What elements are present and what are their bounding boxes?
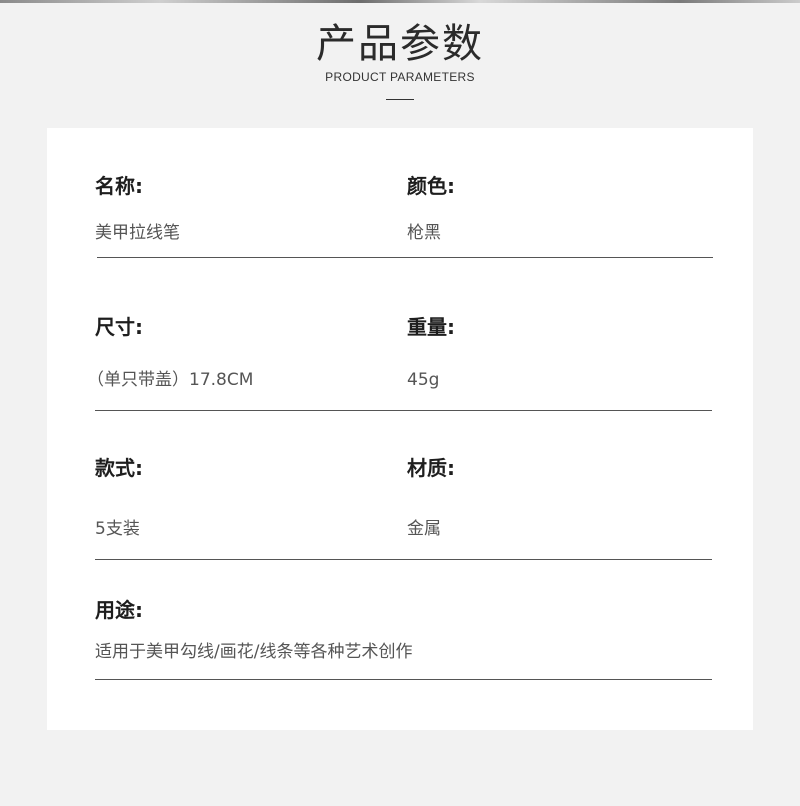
- size-value: （单只带盖）17.8CM: [87, 370, 254, 390]
- color-value: 枪黑: [407, 223, 441, 243]
- parameters-card: 名称: 美甲拉线笔 颜色: 枪黑 尺寸: （单只带盖）17.8CM 重量: 45…: [47, 128, 753, 730]
- top-product-image-strip: [0, 0, 800, 3]
- page-title: 产品参数: [316, 21, 484, 67]
- style-value: 5支装: [95, 519, 140, 539]
- usage-label: 用途:: [95, 598, 143, 622]
- material-value: 金属: [407, 519, 441, 539]
- weight-value: 45g: [407, 370, 440, 390]
- name-value: 美甲拉线笔: [95, 223, 180, 243]
- title-underline: [386, 99, 414, 100]
- row-divider: [95, 559, 712, 560]
- name-label: 名称:: [95, 174, 143, 198]
- style-label: 款式:: [95, 456, 143, 480]
- row-divider: [95, 679, 712, 680]
- usage-value: 适用于美甲勾线/画花/线条等各种艺术创作: [95, 642, 413, 662]
- material-label: 材质:: [407, 456, 455, 480]
- size-label: 尺寸:: [95, 315, 143, 339]
- weight-label: 重量:: [407, 315, 455, 339]
- color-label: 颜色:: [407, 174, 455, 198]
- page-subtitle: PRODUCT PARAMETERS: [325, 70, 475, 84]
- row-divider: [95, 410, 712, 411]
- row-divider: [97, 257, 713, 258]
